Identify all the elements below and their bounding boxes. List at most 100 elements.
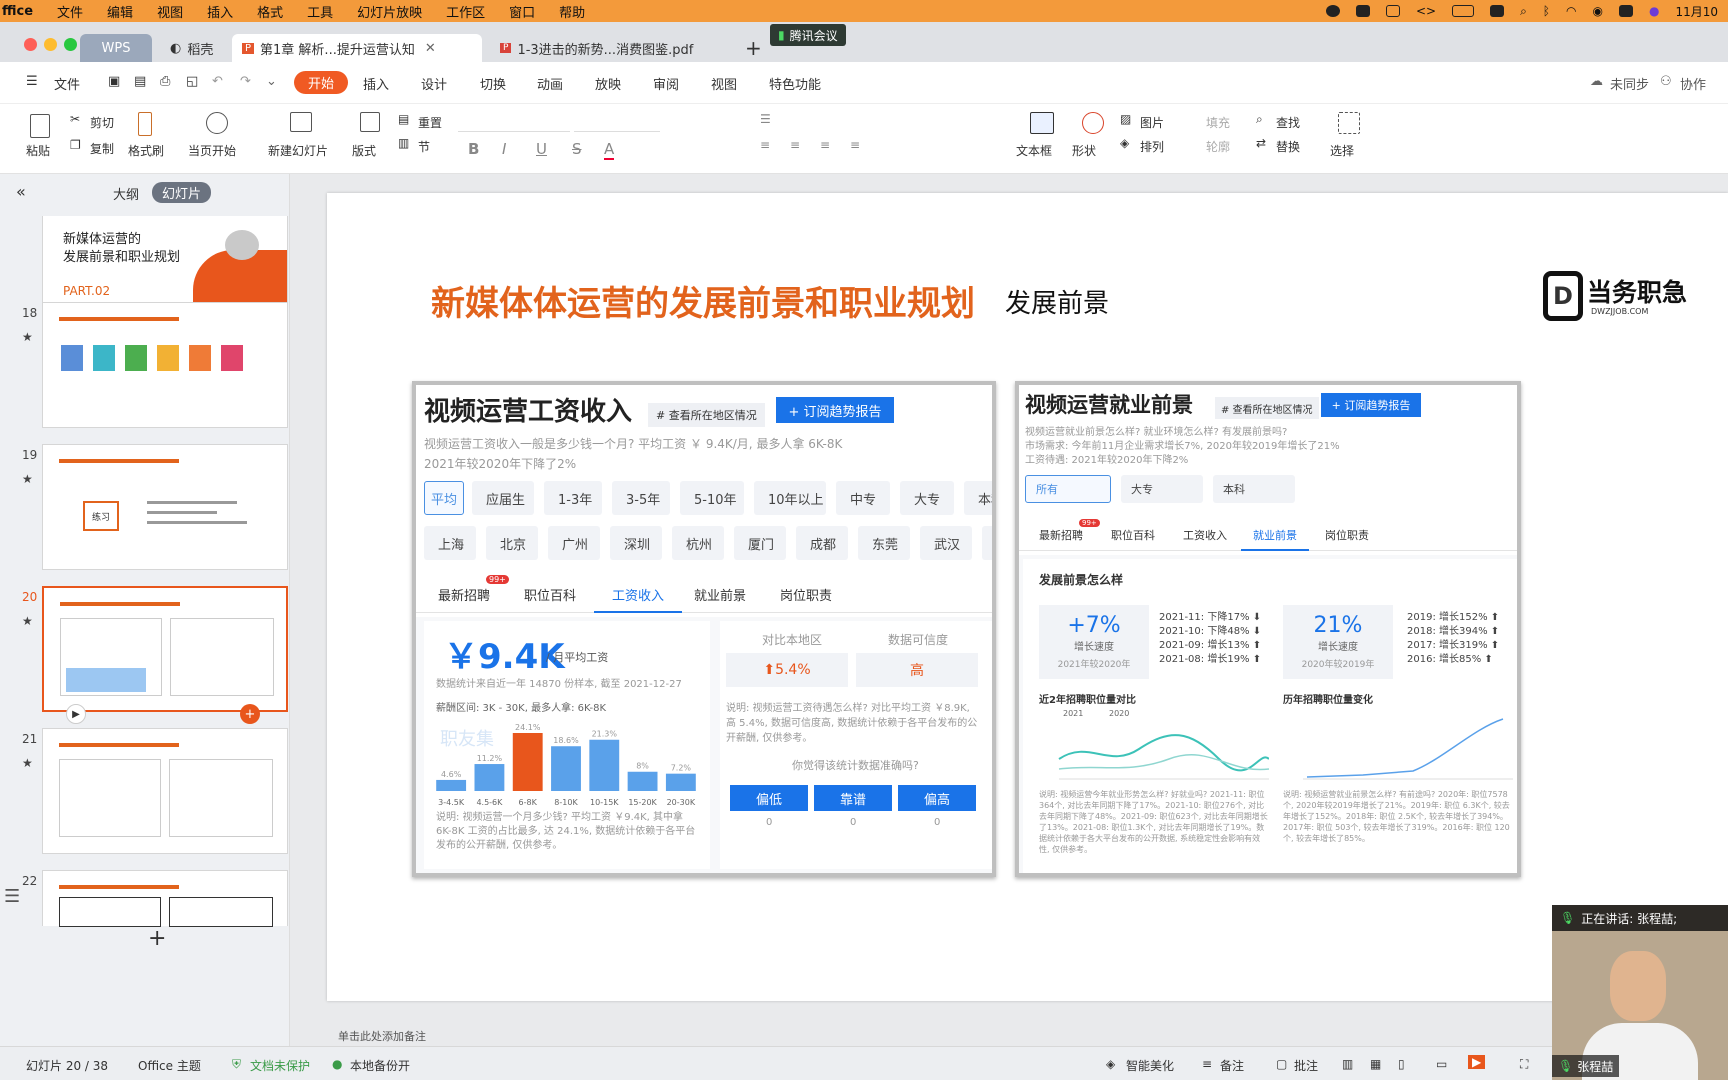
clock[interactable]: 11月10 <box>1675 3 1718 20</box>
picture-icon[interactable]: ▨ <box>1120 112 1131 126</box>
app-name[interactable]: ffice <box>0 4 45 19</box>
menu-file[interactable]: 文件 <box>45 2 95 21</box>
vote-ok-button[interactable]: 靠谱 <box>814 785 892 811</box>
menu-help[interactable]: 帮助 <box>547 2 597 21</box>
copy-button[interactable]: 复制 <box>90 140 114 157</box>
new-tab-button[interactable]: + <box>745 36 762 60</box>
tab-prospect[interactable]: 就业前景 <box>1241 519 1309 551</box>
comment-button[interactable]: 批注 <box>1294 1057 1318 1074</box>
filter-bk[interactable]: 本科 <box>1213 475 1295 503</box>
slides-tab[interactable]: 幻灯片 <box>152 182 212 203</box>
region-tag[interactable]: # 查看所在地区情况 <box>1215 397 1319 419</box>
ribbon-tab-view[interactable]: 视图 <box>711 74 737 93</box>
city-wuhan[interactable]: 武汉 <box>920 526 972 560</box>
filter-all[interactable]: 所有 <box>1025 475 1111 503</box>
font-size-select[interactable] <box>574 112 660 132</box>
slide-thumbnail-21[interactable] <box>42 728 288 854</box>
select-icon[interactable] <box>1338 112 1360 134</box>
copy-icon[interactable]: ❐ <box>70 138 81 152</box>
filter-dz[interactable]: 大专 <box>900 481 954 515</box>
collapse-panel-icon[interactable]: « <box>16 182 26 201</box>
add-slide-icon[interactable]: + <box>148 926 166 951</box>
print-icon[interactable]: ⎙ <box>160 74 170 89</box>
fit-icon[interactable]: ⛶ <box>1520 1057 1528 1072</box>
save-icon[interactable]: ▣ <box>108 74 120 89</box>
section-icon[interactable]: ▥ <box>398 136 409 150</box>
bullets-icon[interactable]: ☰ <box>760 112 771 126</box>
collab-label[interactable]: 协作 <box>1680 74 1706 93</box>
layout-button[interactable]: 版式 <box>352 142 376 159</box>
ribbon-tab-design[interactable]: 设计 <box>421 74 447 93</box>
filter-bk[interactable]: 本科 <box>964 481 992 515</box>
textbox-button[interactable]: 文本框 <box>1016 142 1052 159</box>
present-view-icon[interactable]: ▭ <box>1436 1057 1447 1071</box>
slide-thumbnail-19[interactable]: 练习 <box>42 444 288 570</box>
theme-name[interactable]: Office 主题 <box>138 1057 201 1074</box>
slide-title[interactable]: 新媒体体运营的发展前景和职业规划 <box>431 276 975 325</box>
slide-thumbnail-22[interactable] <box>42 870 288 927</box>
ribbon-tab-insert[interactable]: 插入 <box>363 74 389 93</box>
close-tab-icon[interactable]: ✕ <box>425 41 436 56</box>
filter-10plus[interactable]: 10年以上 <box>754 481 826 515</box>
wifi-icon[interactable]: ◠ <box>1566 4 1576 18</box>
format-painter-button[interactable]: 格式刷 <box>128 142 164 159</box>
filter-5-10[interactable]: 5-10年 <box>680 481 744 515</box>
reset-icon[interactable]: ▤ <box>398 112 409 126</box>
collab-icon[interactable]: ⚇ <box>1660 74 1672 89</box>
shape-icon[interactable] <box>1082 112 1104 134</box>
filter-grad[interactable]: 应届生 <box>472 481 534 515</box>
sorter-view-icon[interactable]: ▦ <box>1370 1057 1381 1071</box>
find-icon[interactable]: ⌕ <box>1256 112 1263 127</box>
subscribe-button[interactable]: + 订阅趋势报告 <box>776 397 894 423</box>
prospect-card[interactable]: 视频运营就业前景 # 查看所在地区情况 + 订阅趋势报告 视频运营就业前景怎么样… <box>1015 381 1521 877</box>
protect-status[interactable]: 文档未保护 <box>250 1057 310 1074</box>
tab-doc-pdf[interactable]: P 1-3进击的新势...消费图鉴.pdf <box>490 34 720 62</box>
tab-wps[interactable]: WPS <box>80 34 152 62</box>
find-button[interactable]: 查找 <box>1276 114 1300 131</box>
shape-button[interactable]: 形状 <box>1072 142 1096 159</box>
more-icon[interactable]: ⌄ <box>266 74 277 89</box>
replace-icon[interactable]: ⇄ <box>1256 136 1266 150</box>
battery-icon[interactable] <box>1452 5 1475 17</box>
undo-icon[interactable]: ↶ <box>212 74 223 89</box>
outline-tab[interactable]: 大纲 <box>113 184 139 203</box>
city-shanghai[interactable]: 上海 <box>424 526 476 560</box>
maximize-window-icon[interactable] <box>64 38 77 51</box>
arrange-icon[interactable]: ◈ <box>1120 136 1129 150</box>
minimize-window-icon[interactable] <box>44 38 57 51</box>
menu-insert[interactable]: 插入 <box>195 2 245 21</box>
paste-icon[interactable] <box>30 114 50 138</box>
justify-icon[interactable]: ≡ <box>850 138 860 152</box>
city-dongguan[interactable]: 东莞 <box>858 526 910 560</box>
ribbon-tab-slideshow[interactable]: 放映 <box>595 74 621 93</box>
menu-workspace[interactable]: 工作区 <box>434 2 497 21</box>
textbox-icon[interactable] <box>1030 112 1054 134</box>
new-slide-button[interactable]: 新建幻灯片 <box>268 142 328 159</box>
redo-icon[interactable]: ↷ <box>240 74 251 89</box>
layout-icon[interactable] <box>360 112 380 132</box>
menu-tools[interactable]: 工具 <box>295 2 345 21</box>
align-left-icon[interactable]: ≡ <box>760 138 770 152</box>
export-icon[interactable]: ▤ <box>134 74 146 89</box>
menu-view[interactable]: 视图 <box>145 2 195 21</box>
reset-button[interactable]: 重置 <box>418 114 442 131</box>
filter-avg[interactable]: 平均 <box>424 481 464 515</box>
window-icon[interactable] <box>1385 5 1400 17</box>
tab-daoke[interactable]: ◐ 稻壳 <box>160 34 228 62</box>
new-slide-icon[interactable] <box>290 112 312 132</box>
tab-salary[interactable]: 工资收入 <box>594 577 683 613</box>
notes-button[interactable]: 备注 <box>1220 1057 1244 1074</box>
preview-icon[interactable]: ◱ <box>186 74 198 89</box>
bluetooth-icon[interactable]: ᛒ <box>1543 4 1550 18</box>
select-button[interactable]: 选择 <box>1330 142 1354 159</box>
city-guangzhou[interactable]: 广州 <box>548 526 600 560</box>
vote-high-button[interactable]: 偏高 <box>898 785 976 811</box>
filter-dz[interactable]: 大专 <box>1121 475 1203 503</box>
notes-placeholder[interactable]: 单击此处添加备注 <box>338 1028 426 1044</box>
city-more[interactable]: 重 <box>982 526 992 560</box>
menu-window[interactable]: 窗口 <box>497 2 547 21</box>
reading-view-icon[interactable]: ▯ <box>1398 1057 1405 1071</box>
paste-button[interactable]: 粘贴 <box>26 142 50 159</box>
arrange-button[interactable]: 排列 <box>1140 138 1164 155</box>
ribbon-tab-review[interactable]: 审阅 <box>653 74 679 93</box>
